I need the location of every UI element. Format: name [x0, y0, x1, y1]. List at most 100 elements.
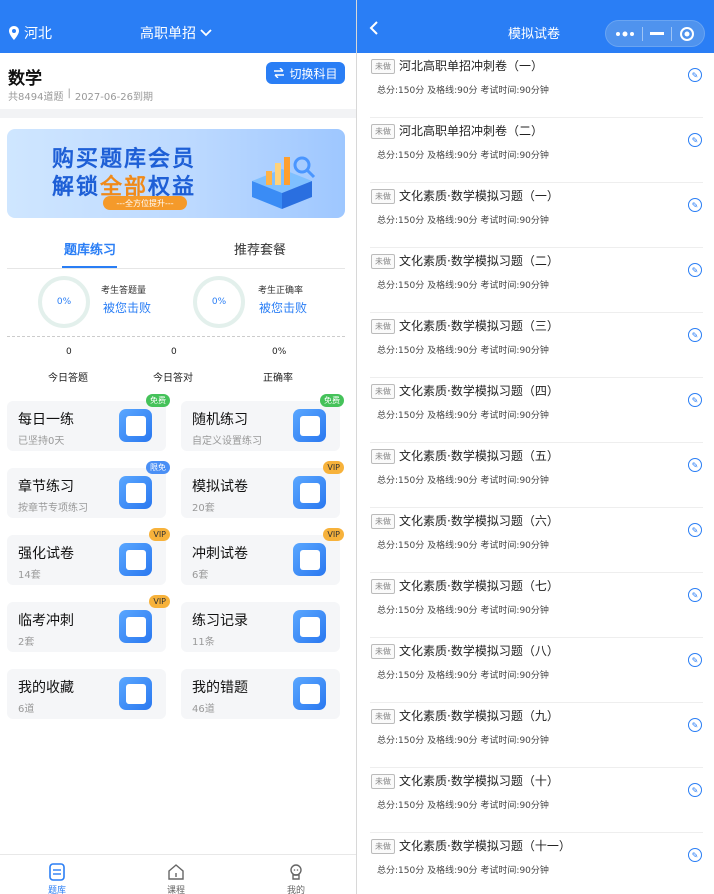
- not-done-tag: 未做: [371, 839, 395, 854]
- edit-pencil-icon[interactable]: ✎: [688, 198, 702, 212]
- edit-pencil-icon[interactable]: ✎: [688, 133, 702, 147]
- close-target-icon[interactable]: [679, 26, 695, 42]
- feature-card-subtitle: 自定义设置练习: [192, 436, 262, 447]
- edit-icon: [119, 610, 152, 643]
- course-icon: [168, 864, 184, 880]
- feature-card-subtitle: 按章节专项练习: [18, 503, 88, 514]
- record-icon: [293, 610, 326, 643]
- feature-card-title: 每日一练: [18, 412, 74, 428]
- accuracy-caption: 考生正确率: [258, 286, 304, 296]
- back-button[interactable]: [369, 20, 379, 39]
- nav-question-bank-label: 题库: [47, 886, 66, 894]
- feature-card[interactable]: 冲刺试卷 6套 VIP: [181, 528, 344, 585]
- edit-pencil-icon[interactable]: ✎: [688, 848, 702, 862]
- not-done-tag: 未做: [371, 449, 395, 464]
- exam-list-item[interactable]: 未做 文化素质·数学模拟习题（五） 总分:150分 及格线:90分 考试时间:90分…: [370, 443, 703, 508]
- page-title: 模拟试卷: [508, 27, 561, 42]
- location-label: 河北: [24, 26, 52, 42]
- exam-title: 文化素质·数学模拟习题（八）: [399, 644, 559, 658]
- edit-pencil-icon[interactable]: ✎: [688, 653, 702, 667]
- exam-meta: 总分:150分 及格线:90分 考试时间:90分钟: [377, 866, 549, 876]
- feature-card[interactable]: 练习记录 11条: [181, 602, 340, 652]
- feature-card-title: 冲刺试卷: [192, 546, 248, 562]
- mock-exam-screen: 模拟试卷 未做 河北高职单招冲刺卷（一） 总分:150分 及格线:90分 考试时间:…: [357, 0, 714, 894]
- question-count: 共8494道题: [8, 92, 64, 103]
- exam-title: 文化素质·数学模拟习题（十）: [399, 774, 559, 788]
- tab-question-practice[interactable]: 题库练习: [64, 239, 116, 258]
- feature-card-title: 模拟试卷: [192, 479, 248, 495]
- feature-card-subtitle: 11条: [192, 637, 215, 648]
- edit-pencil-icon[interactable]: ✎: [688, 328, 702, 342]
- switch-subject-button[interactable]: 切换科目: [266, 62, 345, 84]
- nav-course[interactable]: 课程: [146, 855, 206, 894]
- membership-banner[interactable]: 购买题库会员 解锁全部权益 ---全方位提升---: [7, 129, 345, 218]
- today-answered-value: 0: [66, 347, 72, 357]
- exam-list-item[interactable]: 未做 河北高职单招冲刺卷（二） 总分:150分 及格线:90分 考试时间:90分钟 ✎: [370, 118, 703, 183]
- feature-card[interactable]: 我的收藏 6道: [7, 669, 166, 719]
- dashed-divider: [7, 336, 345, 337]
- section-gap: [0, 109, 356, 118]
- exam-list-item[interactable]: 未做 文化素质·数学模拟习题（九） 总分:150分 及格线:90分 考试时间:90分…: [370, 703, 703, 768]
- star-icon: [119, 677, 152, 710]
- feature-card-subtitle: 2套: [18, 637, 35, 648]
- exam-title: 河北高职单招冲刺卷（一）: [399, 59, 544, 73]
- exam-list-item[interactable]: 未做 文化素质·数学模拟习题（四） 总分:150分 及格线:90分 考试时间:90分…: [370, 378, 703, 443]
- exam-title: 文化素质·数学模拟习题（五）: [399, 449, 559, 463]
- switch-subject-label: 切换科目: [289, 66, 338, 81]
- location-selector[interactable]: 河北: [8, 23, 52, 43]
- nav-mine[interactable]: 我的: [266, 855, 326, 894]
- chevron-down-icon: [200, 29, 212, 37]
- bottom-nav: 题库 课程 我的: [0, 854, 356, 894]
- feature-card[interactable]: 我的错题 46道: [181, 669, 340, 719]
- mode-selector[interactable]: 高职单招: [140, 23, 212, 43]
- more-dots-icon[interactable]: [615, 31, 635, 37]
- exam-list-item[interactable]: 未做 文化素质·数学模拟习题（二） 总分:150分 及格线:90分 考试时间:90分…: [370, 248, 703, 313]
- edit-pencil-icon[interactable]: ✎: [688, 588, 702, 602]
- exam-list-item[interactable]: 未做 文化素质·数学模拟习题（八） 总分:150分 及格线:90分 考试时间:90分…: [370, 638, 703, 703]
- exam-list-item[interactable]: 未做 文化素质·数学模拟习题（一） 总分:150分 及格线:90分 考试时间:90分…: [370, 183, 703, 248]
- folder-icon: [119, 476, 152, 509]
- exam-meta: 总分:150分 及格线:90分 考试时间:90分钟: [377, 606, 549, 616]
- feature-card-title: 章节练习: [18, 479, 74, 495]
- feature-card[interactable]: 模拟试卷 20套 VIP: [181, 461, 344, 518]
- feature-card[interactable]: 每日一练 已坚持0天 免费: [7, 394, 170, 451]
- feature-card[interactable]: 临考冲刺 2套 VIP: [7, 595, 170, 652]
- exam-list-item[interactable]: 未做 文化素质·数学模拟习题（十一） 总分:150分 及格线:90分 考试时间:90…: [370, 833, 703, 894]
- edit-pencil-icon[interactable]: ✎: [688, 783, 702, 797]
- feature-card-title: 临考冲刺: [18, 613, 74, 629]
- calendar-icon: [119, 409, 152, 442]
- banner-pill: ---全方位提升---: [103, 196, 187, 210]
- minimize-icon[interactable]: [649, 31, 664, 36]
- exam-list-item[interactable]: 未做 文化素质·数学模拟习题（六） 总分:150分 及格线:90分 考试时间:90分…: [370, 508, 703, 573]
- feature-card[interactable]: 强化试卷 14套 VIP: [7, 528, 170, 585]
- exam-meta: 总分:150分 及格线:90分 考试时间:90分钟: [377, 541, 549, 551]
- chart-cube-illustration-icon: [252, 156, 316, 209]
- nav-question-bank[interactable]: 题库: [27, 855, 87, 894]
- edit-pencil-icon[interactable]: ✎: [688, 263, 702, 277]
- feature-card[interactable]: 随机练习 自定义设置练习 免费: [181, 394, 344, 451]
- feature-card[interactable]: 章节练习 按章节专项练习 限免: [7, 461, 170, 518]
- exam-meta: 总分:150分 及格线:90分 考试时间:90分钟: [377, 346, 549, 356]
- mini-program-capsule: [605, 20, 705, 47]
- not-done-tag: 未做: [371, 644, 395, 659]
- exam-list-item[interactable]: 未做 文化素质·数学模拟习题（七） 总分:150分 及格线:90分 考试时间:90分…: [370, 573, 703, 638]
- edit-pencil-icon[interactable]: ✎: [688, 458, 702, 472]
- feature-card-title: 强化试卷: [18, 546, 74, 562]
- exam-meta: 总分:150分 及格线:90分 考试时间:90分钟: [377, 736, 549, 746]
- exam-list-item[interactable]: 未做 河北高职单招冲刺卷（一） 总分:150分 及格线:90分 考试时间:90分钟 ✎: [370, 53, 703, 118]
- accuracy-beat-link[interactable]: 被您击败: [259, 299, 307, 316]
- edit-pencil-icon[interactable]: ✎: [688, 68, 702, 82]
- edit-pencil-icon[interactable]: ✎: [688, 523, 702, 537]
- not-done-tag: 未做: [371, 319, 395, 334]
- exam-title: 文化素质·数学模拟习题（十一）: [399, 839, 571, 853]
- feature-card-badge: 免费: [146, 394, 170, 407]
- exam-meta: 总分:150分 及格线:90分 考试时间:90分钟: [377, 281, 549, 291]
- not-done-tag: 未做: [371, 709, 395, 724]
- tab-recommended-package[interactable]: 推荐套餐: [234, 239, 286, 258]
- edit-pencil-icon[interactable]: ✎: [688, 718, 702, 732]
- exam-list-item[interactable]: 未做 文化素质·数学模拟习题（三） 总分:150分 及格线:90分 考试时间:90分…: [370, 313, 703, 378]
- answer-volume-beat-link[interactable]: 被您击败: [103, 299, 151, 316]
- feature-card-subtitle: 46道: [192, 704, 215, 715]
- edit-pencil-icon[interactable]: ✎: [688, 393, 702, 407]
- exam-list-item[interactable]: 未做 文化素质·数学模拟习题（十） 总分:150分 及格线:90分 考试时间:90分…: [370, 768, 703, 833]
